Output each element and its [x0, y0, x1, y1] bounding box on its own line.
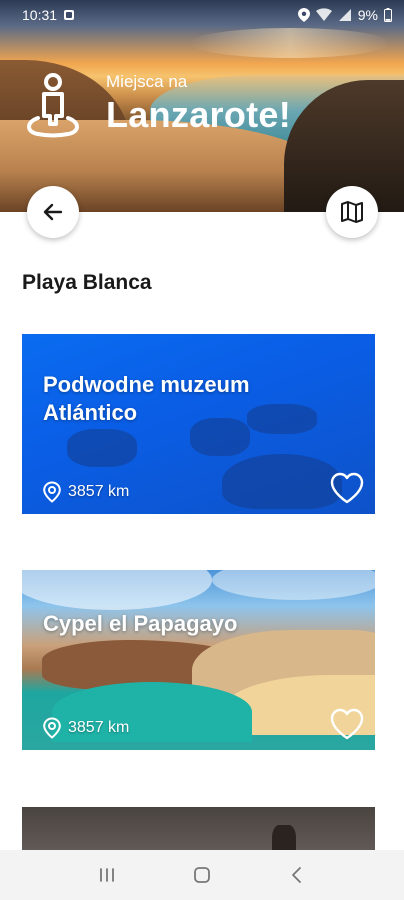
header-subtitle: Miejsca na: [106, 72, 188, 91]
place-distance: 3857 km: [42, 717, 129, 739]
back-button[interactable]: [27, 186, 79, 238]
place-distance: 3857 km: [42, 481, 129, 503]
map-icon: [341, 201, 363, 223]
section-title: Playa Blanca: [22, 271, 152, 294]
underwater-statue: [67, 429, 137, 467]
hero-cloud: [190, 28, 390, 58]
location-pin-icon: [43, 481, 61, 503]
map-button[interactable]: [326, 186, 378, 238]
notification-icon: [64, 10, 75, 20]
place-title: Cypel el Papagayo: [43, 611, 238, 636]
place-title: Podwodne muzeum Atlántico: [43, 372, 250, 425]
distance-value: 3857 km: [68, 483, 130, 500]
system-nav-bar: [0, 850, 404, 900]
arrow-left-icon: [43, 203, 63, 221]
place-card[interactable]: Podwodne muzeum Atlántico 3857 km: [22, 334, 375, 514]
status-time: 10:31: [22, 7, 58, 23]
location-status-icon: [297, 8, 310, 22]
battery-percent: 9%: [357, 7, 378, 23]
heart-outline-icon[interactable]: [329, 707, 365, 741]
cloud-shape: [212, 570, 375, 600]
status-bar: 10:31 9%: [0, 0, 404, 30]
cloud-shape: [22, 570, 212, 610]
battery-icon: [384, 8, 392, 22]
distance-value: 3857 km: [68, 719, 130, 736]
heart-outline-icon[interactable]: [329, 471, 365, 505]
header-title: Lanzarote!: [106, 94, 292, 135]
person-pin-icon: [27, 73, 79, 138]
wifi-icon: [315, 8, 332, 21]
recent-apps-icon[interactable]: [97, 866, 117, 884]
location-pin-icon: [43, 717, 61, 739]
underwater-boat: [222, 454, 342, 509]
header-banner: Miejsca na Lanzarote!: [0, 0, 404, 212]
signal-icon: [338, 9, 351, 21]
system-back-icon[interactable]: [287, 865, 307, 885]
place-card[interactable]: Cypel el Papagayo 3857 km: [22, 570, 375, 750]
home-icon[interactable]: [192, 865, 212, 885]
